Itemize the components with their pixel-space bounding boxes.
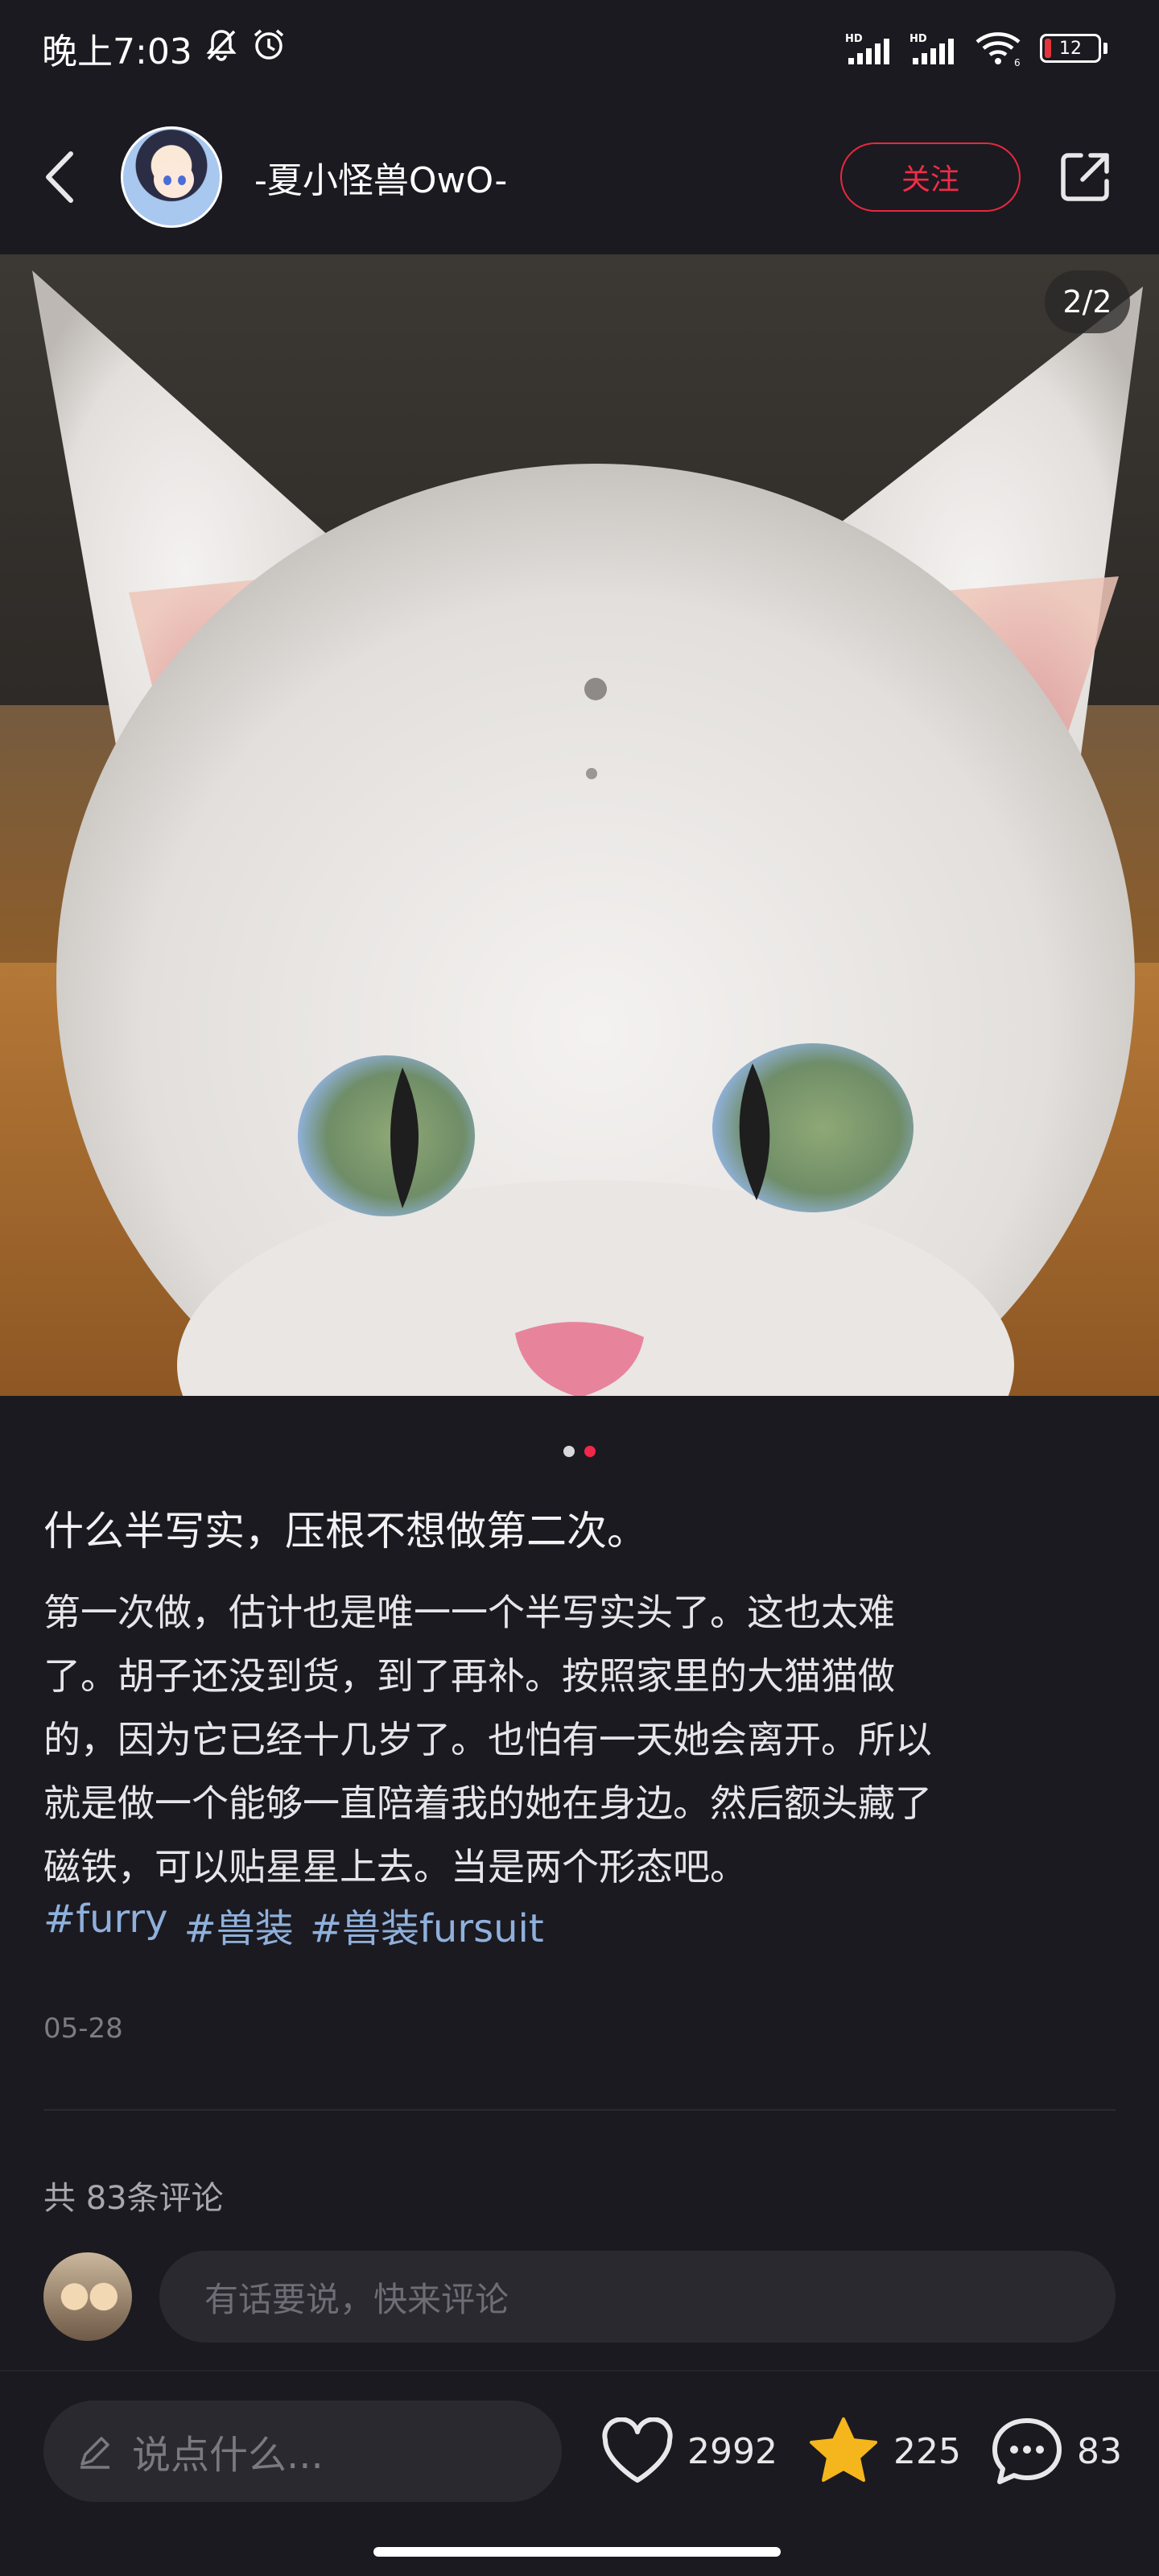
say-something-placeholder: 说点什么... — [132, 2433, 324, 2478]
tag-link[interactable]: #furry — [43, 1897, 168, 1953]
status-bar: 晚上7:03 HD HD 6 12 — [0, 0, 1159, 97]
cat-head-image — [32, 270, 1143, 1396]
author-username[interactable]: -夏小怪兽OwO- — [254, 151, 840, 203]
share-icon — [1061, 153, 1109, 201]
post-title: 什么半写实，压根不想做第二次。 — [43, 1508, 647, 1554]
like-button[interactable]: 2992 — [600, 2417, 777, 2485]
svg-text:HD: HD — [845, 33, 863, 45]
say-something-input[interactable]: 说点什么... — [43, 2401, 563, 2502]
bottom-action-bar: 说点什么... 2992 225 83 — [0, 2370, 1159, 2576]
status-left: 晚上7:03 — [42, 23, 287, 74]
comment-bubble-icon — [992, 2418, 1062, 2484]
chevron-left-icon — [46, 151, 73, 203]
star-count: 225 — [893, 2430, 961, 2472]
post-body-line: 了。胡子还没到货，到了再补。按照家里的大猫猫做 — [43, 1654, 895, 1698]
post-body-line: 的，因为它已经十几岁了。也怕有一天她会离开。所以 — [43, 1718, 932, 1761]
carousel-dot[interactable] — [563, 1446, 575, 1457]
author-avatar[interactable] — [121, 126, 222, 228]
status-time: 晚上7:03 — [42, 31, 192, 72]
svg-text:HD: HD — [909, 33, 927, 45]
comment-count: 共 83条评论 — [43, 2180, 224, 2217]
share-button[interactable] — [1054, 147, 1116, 208]
svg-text:6: 6 — [1014, 57, 1021, 68]
post-photo[interactable]: 2/2 — [0, 254, 1159, 1396]
battery-icon: 12 — [1040, 34, 1107, 63]
carousel-indicator — [0, 1446, 1159, 1457]
comment-composer: 有话要说，快来评论 — [43, 2251, 1116, 2343]
comment-input[interactable]: 有话要说，快来评论 — [159, 2251, 1116, 2343]
wifi-icon: 6 — [974, 29, 1025, 68]
post-body-line: 就是做一个能够一直陪着我的她在身边。然后额头藏了 — [43, 1781, 932, 1825]
comment-count-label: 83 — [1077, 2430, 1122, 2472]
status-right: HD HD 6 12 — [845, 29, 1107, 68]
like-count: 2992 — [687, 2430, 778, 2472]
post-body: 第一次做，估计也是唯一一个半写实头了。这也太难 了。胡子还没到货，到了再补。按照… — [43, 1581, 1122, 1899]
pencil-icon — [80, 2437, 109, 2469]
post-body-line: 磁铁，可以贴星星上去。当是两个形态吧。 — [43, 1845, 747, 1889]
home-indicator[interactable] — [373, 2547, 781, 2557]
post-body-line: 第一次做，估计也是唯一一个半写实头了。这也太难 — [43, 1591, 895, 1634]
tag-link[interactable]: #兽装 — [184, 1897, 294, 1953]
star-icon — [810, 2417, 878, 2482]
mute-bell-icon — [204, 27, 239, 71]
back-button[interactable] — [43, 145, 92, 209]
post-tags: #furry #兽装 #兽装fursuit — [43, 1897, 544, 1953]
post-header: -夏小怪兽OwO- 关注 — [0, 105, 1159, 250]
alarm-clock-icon — [250, 26, 287, 72]
user-avatar — [43, 2252, 132, 2341]
cellular-signal-icon-2: HD — [909, 31, 959, 66]
cellular-signal-icon: HD — [845, 31, 895, 66]
heart-icon — [602, 2417, 673, 2483]
carousel-dot-active[interactable] — [584, 1446, 596, 1457]
post-date: 05-28 — [43, 2013, 123, 2045]
bottom-row: 说点什么... 2992 225 83 — [43, 2401, 1122, 2502]
follow-button[interactable]: 关注 — [840, 142, 1021, 212]
battery-level: 12 — [1059, 38, 1082, 59]
star-button[interactable]: 225 — [806, 2416, 961, 2487]
photo-page-counter: 2/2 — [1045, 270, 1130, 333]
tag-link[interactable]: #兽装fursuit — [310, 1897, 544, 1953]
comment-button[interactable]: 83 — [990, 2416, 1122, 2487]
divider — [43, 2109, 1116, 2111]
